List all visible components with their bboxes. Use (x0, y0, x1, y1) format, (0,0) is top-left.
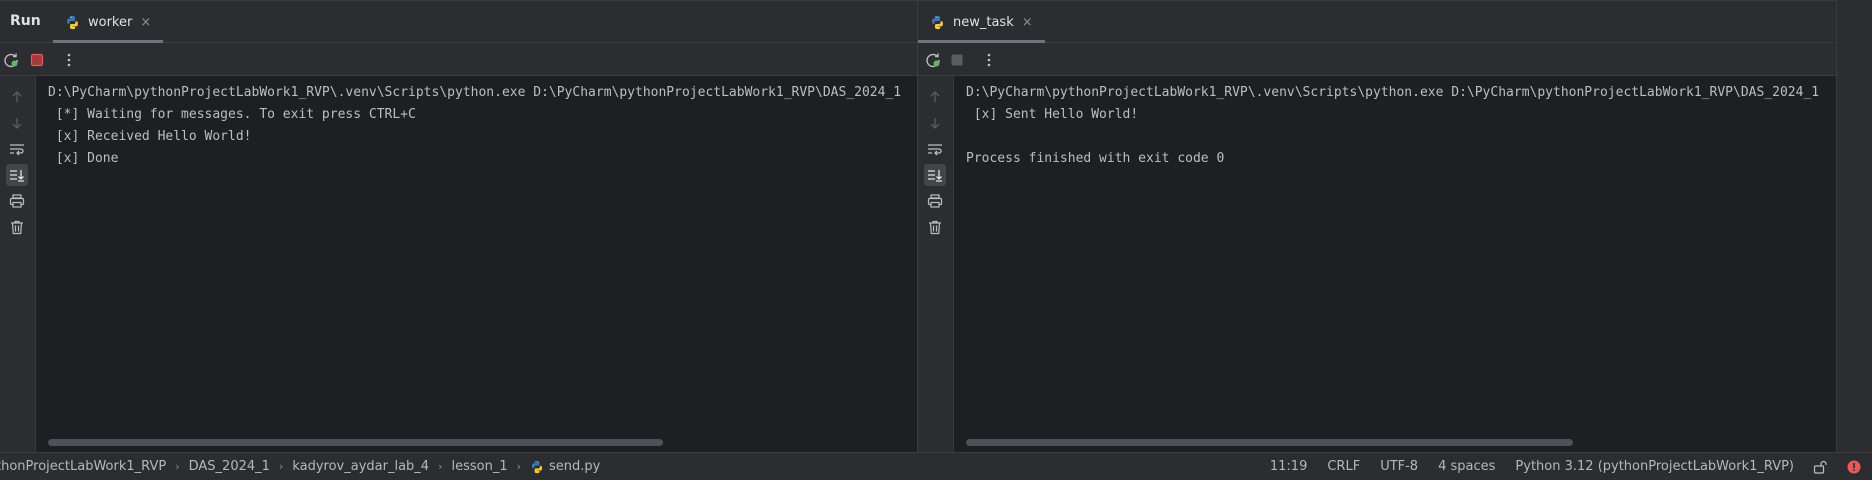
ide-window: Run worker × D:\PyCharm\pythonProjectLab… (0, 0, 1872, 480)
rerun-icon (926, 53, 940, 68)
more-options-button[interactable] (978, 49, 1000, 71)
soft-wrap-icon (10, 144, 24, 156)
next-occurrence-button[interactable] (924, 112, 946, 134)
scroll-to-end-icon (10, 170, 24, 182)
breadcrumb-item[interactable]: thonProjectLabWork1_RVP (0, 459, 166, 474)
console-line: [x] Received Hello World! (48, 129, 252, 144)
file-encoding[interactable]: UTF-8 (1380, 459, 1418, 474)
kebab-menu-icon (67, 53, 71, 67)
run-toolbar (918, 43, 1836, 76)
stop-icon (30, 53, 44, 67)
scroll-to-end-button[interactable] (924, 164, 946, 186)
tab-label: worker (88, 14, 133, 30)
console-line: D:\PyCharm\pythonProjectLabWork1_RVP\.ve… (966, 85, 1820, 100)
horizontal-scrollbar[interactable] (966, 439, 1573, 446)
breadcrumb: thonProjectLabWork1_RVP › DAS_2024_1 › kadyr… (0, 453, 600, 480)
run-panel-new-task: new_task × D:\PyCharm\pythonProjectLabWo… (918, 0, 1836, 452)
console-output[interactable]: D:\PyCharm\pythonProjectLabWork1_RVP\.ve… (955, 76, 1836, 452)
close-icon[interactable]: × (140, 16, 151, 29)
trash-icon (11, 220, 23, 234)
breadcrumb-item[interactable]: send.py (549, 459, 600, 474)
console-line: [x] Done (48, 151, 119, 166)
tab-new-task[interactable]: new_task × (918, 1, 1045, 43)
soft-wrap-button[interactable] (6, 138, 28, 160)
console-line: Process finished with exit code 0 (966, 151, 1225, 166)
stop-icon (951, 54, 963, 66)
more-options-button[interactable] (58, 49, 80, 71)
unlock-icon[interactable] (1812, 459, 1828, 475)
python-file-icon (531, 460, 543, 473)
right-tool-stripe (1836, 0, 1872, 452)
previous-occurrence-button[interactable] (6, 86, 28, 108)
scroll-to-end-button[interactable] (6, 164, 28, 186)
run-tabbar: Run worker × (0, 0, 917, 43)
previous-occurrence-button[interactable] (924, 86, 946, 108)
soft-wrap-button[interactable] (924, 138, 946, 160)
print-button[interactable] (6, 190, 28, 212)
arrow-down-icon (930, 118, 940, 129)
trash-icon (929, 220, 941, 234)
console-side-toolbar (918, 76, 954, 452)
close-icon[interactable]: × (1022, 16, 1033, 29)
breadcrumb-item[interactable]: kadyrov_aydar_lab_4 (292, 459, 429, 474)
arrow-up-icon (930, 91, 940, 102)
python-interpreter[interactable]: Python 3.12 (pythonProjectLabWork1_RVP) (1515, 459, 1794, 474)
python-file-icon (67, 15, 78, 29)
clear-all-button[interactable] (6, 216, 28, 238)
clear-all-button[interactable] (924, 216, 946, 238)
console-output[interactable]: D:\PyCharm\pythonProjectLabWork1_RVP\.ve… (37, 76, 917, 452)
breadcrumb-separator: › (516, 460, 522, 473)
tab-worker[interactable]: worker × (53, 1, 164, 43)
run-toolbar (0, 43, 917, 76)
line-separator[interactable]: CRLF (1327, 459, 1360, 474)
print-button[interactable] (924, 190, 946, 212)
cursor-position[interactable]: 11:19 (1270, 459, 1307, 474)
status-bar: thonProjectLabWork1_RVP › DAS_2024_1 › kadyr… (0, 452, 1872, 480)
stop-button[interactable] (26, 49, 48, 71)
rerun-button[interactable] (922, 49, 944, 71)
breadcrumb-separator: › (278, 460, 284, 473)
console-line: [x] Sent Hello World! (966, 107, 1139, 122)
console-text: D:\PyCharm\pythonProjectLabWork1_RVP\.ve… (966, 82, 1819, 170)
status-widgets: 11:19 CRLF UTF-8 4 spaces Python 3.12 (p… (1250, 453, 1872, 480)
console-line: [*] Waiting for messages. To exit press … (48, 107, 416, 122)
next-occurrence-button[interactable] (6, 112, 28, 134)
run-tabbar: new_task × (918, 0, 1836, 43)
console-side-toolbar (0, 76, 36, 452)
stop-button[interactable] (946, 49, 968, 71)
arrow-up-icon (12, 91, 22, 102)
run-panel-worker: Run worker × D:\PyCharm\pythonProjectLab… (0, 0, 917, 452)
rerun-icon (4, 53, 18, 68)
rerun-button[interactable] (0, 49, 22, 71)
indent-setting[interactable]: 4 spaces (1438, 459, 1495, 474)
tab-label: new_task (953, 14, 1014, 30)
breadcrumb-separator: › (438, 460, 443, 473)
console-line: D:\PyCharm\pythonProjectLabWork1_RVP\.ve… (48, 85, 902, 100)
console-text: D:\PyCharm\pythonProjectLabWork1_RVP\.ve… (48, 82, 901, 170)
breadcrumb-item[interactable]: DAS_2024_1 (189, 459, 270, 474)
arrow-down-icon (12, 118, 22, 129)
error-indicator-icon[interactable] (1846, 459, 1862, 475)
kebab-menu-icon (987, 53, 991, 67)
printer-icon (9, 194, 25, 208)
breadcrumb-separator: › (175, 460, 180, 473)
horizontal-scrollbar[interactable] (48, 439, 663, 446)
printer-icon (927, 194, 943, 208)
scroll-to-end-icon (928, 170, 942, 182)
run-tool-window-title[interactable]: Run (10, 13, 41, 29)
breadcrumb-item[interactable]: lesson_1 (451, 459, 507, 474)
soft-wrap-icon (928, 144, 942, 156)
python-file-icon (932, 15, 943, 29)
